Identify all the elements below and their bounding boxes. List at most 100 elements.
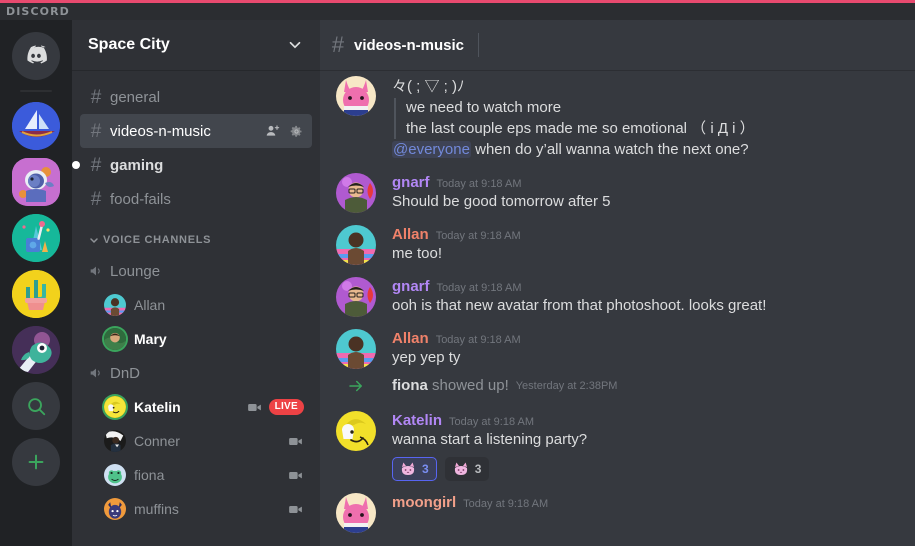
- avatar: [104, 498, 126, 520]
- guild-monster[interactable]: [12, 326, 60, 374]
- message-meta: gnarf Today at 9:18 AM: [392, 174, 903, 192]
- reaction-pill[interactable]: 3: [392, 456, 437, 481]
- system-actor[interactable]: fiona: [392, 377, 428, 394]
- moongirl-avatar: [336, 492, 376, 533]
- message-line: wanna start a listening party?: [392, 430, 588, 448]
- message-body: Allan Today at 9:18 AM yep yep ty: [392, 329, 903, 369]
- discord-window: DISCORD Space City # general # videos-n-…: [0, 0, 915, 546]
- allan-avatar: [336, 224, 376, 265]
- video-camera-icon: [289, 437, 302, 445]
- message-row: Allan Today at 9:18 AM me too!: [320, 215, 915, 267]
- voice-channel-dnd[interactable]: DnD: [80, 356, 312, 390]
- voice-member-conner[interactable]: Conner: [96, 424, 312, 458]
- chevron-down-icon[interactable]: [286, 36, 304, 54]
- channel-item-videos-n-music[interactable]: # videos-n-music: [80, 114, 312, 148]
- gnarf-avatar: [336, 276, 376, 317]
- everyone-mention[interactable]: @everyone: [392, 141, 471, 159]
- voice-member-mary[interactable]: Mary: [96, 322, 312, 356]
- avatar[interactable]: [336, 276, 376, 317]
- server-header[interactable]: Space City: [72, 20, 320, 70]
- cactus-icon: [12, 270, 60, 318]
- message-row: gnarf Today at 9:18 AM Should be good to…: [320, 163, 915, 215]
- message-timestamp: Today at 9:18 AM: [435, 229, 521, 242]
- message-body: moongirl Today at 9:18 AM: [392, 493, 903, 533]
- voice-channel-label: Lounge: [110, 262, 161, 280]
- avatar: [104, 430, 126, 452]
- titlebar: DISCORD: [0, 3, 915, 20]
- gear-icon[interactable]: [289, 124, 304, 139]
- easel-icon: [12, 214, 60, 262]
- message-line: ooh is that new avatar from that photosh…: [392, 296, 767, 314]
- message-author[interactable]: Allan: [392, 226, 429, 244]
- channel-item-gaming[interactable]: # gaming: [72, 148, 312, 182]
- avatar[interactable]: [336, 492, 376, 533]
- avatar[interactable]: [336, 328, 376, 369]
- hash-icon: #: [90, 86, 102, 108]
- category-voice-channels[interactable]: VOICE CHANNELS: [80, 226, 312, 254]
- message-timestamp: Today at 9:18 AM: [435, 333, 521, 346]
- message-line: the last couple eps made me so emotional…: [406, 119, 755, 137]
- sailboat-icon: [12, 102, 60, 150]
- conner-avatar: [104, 430, 126, 452]
- channel-item-general[interactable]: # general: [80, 80, 312, 114]
- message-timestamp: Today at 9:18 AM: [436, 281, 522, 294]
- video-camera-icon: [289, 471, 302, 479]
- message-line-mention: @everyone when do y’all wanna watch the …: [392, 140, 903, 160]
- message-author[interactable]: gnarf: [392, 278, 430, 296]
- voice-member-allan[interactable]: Allan: [96, 288, 312, 322]
- discord-wordmark: DISCORD: [6, 5, 70, 18]
- channel-item-food-fails[interactable]: # food-fails: [80, 182, 312, 216]
- avatar[interactable]: [336, 76, 376, 116]
- message-line: we need to watch more: [406, 99, 562, 117]
- reaction-bar: 3 3: [392, 456, 903, 481]
- voice-member-label: Allan: [134, 297, 166, 313]
- server-rail: [0, 20, 72, 546]
- voice-channel-lounge[interactable]: Lounge: [80, 254, 312, 288]
- message-author[interactable]: Katelin: [392, 412, 442, 430]
- channel-label: food-fails: [110, 190, 171, 208]
- member-status-icons: [287, 501, 304, 518]
- message-meta: gnarf Today at 9:18 AM: [392, 278, 903, 296]
- katelin-avatar: [104, 396, 126, 418]
- voice-member-muffins[interactable]: muffins: [96, 492, 312, 526]
- message-line-text: when do y’all wanna watch the next one?: [470, 141, 749, 159]
- live-badge: LIVE: [268, 399, 304, 415]
- avatar[interactable]: [336, 410, 376, 451]
- channel-label: videos-n-music: [110, 122, 211, 140]
- add-server-button[interactable]: [12, 438, 60, 486]
- guild-sailboat[interactable]: [12, 102, 60, 150]
- message-author[interactable]: moongirl: [392, 494, 456, 512]
- explore-servers-button[interactable]: [12, 382, 60, 430]
- channel-header: # videos-n-music: [320, 20, 915, 70]
- member-status-icons: [287, 467, 304, 484]
- monster-icon: [12, 326, 60, 374]
- add-member-icon[interactable]: [265, 123, 281, 139]
- muffins-avatar: [104, 498, 126, 520]
- voice-member-label: Katelin: [134, 399, 181, 415]
- message-quote-block: we need to watch more the last couple ep…: [394, 98, 903, 140]
- reaction-pill[interactable]: 3: [444, 456, 490, 481]
- message-author[interactable]: Allan: [392, 330, 429, 348]
- gnarf-avatar: [336, 172, 376, 213]
- message-list: 々( ; ▽ ; )ﾉ we need to watch more the la…: [320, 70, 915, 546]
- voice-member-fiona[interactable]: fiona: [96, 458, 312, 492]
- allan-avatar: [336, 328, 376, 369]
- member-status-icons: LIVE: [246, 399, 304, 416]
- guild-easel[interactable]: [12, 214, 60, 262]
- avatar[interactable]: [336, 224, 376, 265]
- message-timestamp: Today at 9:18 AM: [449, 415, 535, 428]
- voice-member-label: Conner: [134, 433, 180, 449]
- guild-space-city[interactable]: [12, 158, 60, 206]
- category-label: VOICE CHANNELS: [103, 234, 212, 246]
- message-meta: moongirl Today at 9:18 AM: [392, 494, 903, 512]
- system-action: showed up!: [427, 377, 509, 395]
- chevron-down-icon: [90, 238, 98, 244]
- home-button[interactable]: [12, 32, 60, 80]
- message-author[interactable]: gnarf: [392, 174, 430, 192]
- avatar[interactable]: [336, 172, 376, 213]
- guild-cactus[interactable]: [12, 270, 60, 318]
- voice-member-katelin[interactable]: Katelin LIVE: [96, 390, 312, 424]
- avatar: [104, 294, 126, 316]
- message-body: Allan Today at 9:18 AM me too!: [392, 225, 903, 265]
- voice-channel-label: DnD: [110, 364, 141, 382]
